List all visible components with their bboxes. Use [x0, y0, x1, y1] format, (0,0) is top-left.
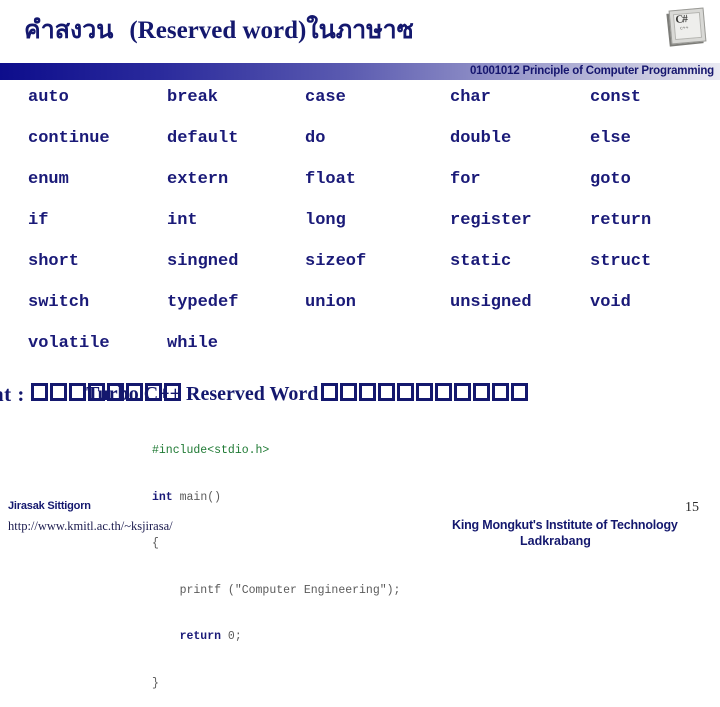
- missing-glyph-box: [397, 383, 415, 401]
- keyword-return: return: [590, 211, 652, 230]
- table-row: short singned sizeof static struct: [0, 252, 720, 293]
- missing-glyph-box: [69, 383, 87, 401]
- footer-institution: King Mongkut's Institute of Technology: [452, 518, 678, 532]
- keyword-sizeof: sizeof: [305, 252, 367, 271]
- course-banner-text: 01001012 Principle of Computer Programmi…: [469, 65, 714, 77]
- table-row: enum extern float for goto: [0, 170, 720, 211]
- keyword-auto: auto: [28, 88, 69, 107]
- reserved-word-table: auto break case char const continue default do d…: [0, 88, 720, 375]
- code-keyword-return: return: [152, 630, 222, 643]
- code-main-decl: main(): [172, 490, 222, 504]
- footer-institution-line2: Ladkrabang: [520, 534, 591, 548]
- keyword-switch: switch: [28, 293, 90, 312]
- keyword-union: union: [305, 293, 357, 312]
- keyword-static: static: [450, 252, 512, 271]
- table-row: switch typedef union unsigned void: [0, 293, 720, 334]
- keyword-typedef: typedef: [167, 293, 239, 312]
- missing-glyph-box: [511, 383, 529, 401]
- code-line-4: printf ("Computer Engineering");: [152, 583, 401, 599]
- keyword-while: while: [167, 334, 219, 353]
- keyword-float: float: [305, 170, 357, 189]
- keyword-char: char: [450, 88, 491, 107]
- keyword-continue: continue: [28, 129, 110, 148]
- c-book-icon-label: C#: [674, 13, 688, 27]
- keyword-extern: extern: [167, 170, 229, 189]
- keyword-unsigned: unsigned: [450, 293, 532, 312]
- keyword-goto: goto: [590, 170, 631, 189]
- missing-glyph-box: [473, 383, 491, 401]
- missing-glyph-box: [378, 383, 396, 401]
- keyword-default: default: [167, 129, 239, 148]
- code-open-brace: {: [152, 537, 159, 550]
- keyword-break: break: [167, 88, 219, 107]
- note-prefix: nt :: [0, 381, 25, 406]
- footer-author: Jirasak Sittigorn: [8, 500, 91, 512]
- keyword-case: case: [305, 88, 346, 107]
- keyword-singned: singned: [167, 252, 239, 271]
- keyword-struct: struct: [590, 252, 652, 271]
- page-title-thai-1: คำสงวน: [24, 17, 114, 44]
- keyword-double: double: [450, 129, 512, 148]
- code-keyword-int: int: [152, 490, 173, 504]
- keyword-long: long: [305, 211, 346, 230]
- missing-glyph-box: [359, 383, 377, 401]
- code-return-value: 0;: [221, 630, 242, 643]
- page-title: คำสงวน (Reserved word)ในภาษาซ: [24, 10, 414, 50]
- table-row: continue default do double else: [0, 129, 720, 170]
- table-row: volatile while: [0, 334, 720, 375]
- code-line-6: }: [152, 676, 400, 692]
- code-line-2: int main(): [152, 490, 400, 506]
- keyword-short: short: [28, 252, 80, 271]
- keyword-int: int: [167, 211, 198, 230]
- missing-glyph-box: [31, 383, 49, 401]
- keyword-const: const: [590, 88, 642, 107]
- keyword-do: do: [305, 129, 326, 148]
- keyword-if: if: [28, 211, 49, 230]
- page-title-thai-2: ในภาษาซ: [306, 17, 414, 44]
- missing-glyph-box: [435, 383, 453, 401]
- keyword-enum: enum: [28, 170, 69, 189]
- table-row: if int long register return: [0, 211, 720, 252]
- note-middle-text: Turbo C++ Reserved Word: [86, 382, 319, 405]
- code-close-brace: }: [152, 676, 159, 690]
- missing-glyph-box: [50, 383, 68, 401]
- c-book-icon-card: C# c++: [668, 7, 707, 45]
- code-line-3: {: [152, 536, 400, 552]
- missing-glyph-box: [492, 383, 510, 401]
- keyword-for: for: [450, 170, 481, 189]
- table-row: auto break case char const: [0, 88, 720, 129]
- c-book-icon-sublabel: c++: [679, 24, 689, 32]
- footer-url[interactable]: http://www.kmitl.ac.th/~ksjirasa/: [8, 519, 173, 534]
- code-printf-statement: printf ("Computer Engineering");: [152, 583, 401, 597]
- code-line-1: #include<stdio.h>: [152, 443, 400, 459]
- keyword-void: void: [590, 293, 631, 312]
- note-line: nt : Turbo C++ Reserved Word: [0, 380, 720, 408]
- keyword-volatile: volatile: [28, 334, 110, 353]
- code-line-5: return 0;: [152, 629, 400, 645]
- keyword-else: else: [590, 129, 631, 148]
- missing-glyph-box: [454, 383, 472, 401]
- missing-glyph-box: [340, 383, 358, 401]
- code-example: #include<stdio.h> int main() { printf ("…: [152, 412, 400, 707]
- missing-glyph-box: [321, 383, 339, 401]
- c-book-icon: C# c++: [664, 7, 708, 51]
- keyword-register: register: [450, 211, 532, 230]
- page-number: 15: [685, 500, 699, 515]
- missing-glyph-box: [416, 383, 434, 401]
- code-preprocessor: #include<stdio.h>: [152, 444, 270, 457]
- page-title-paren: (Reserved word): [129, 17, 307, 44]
